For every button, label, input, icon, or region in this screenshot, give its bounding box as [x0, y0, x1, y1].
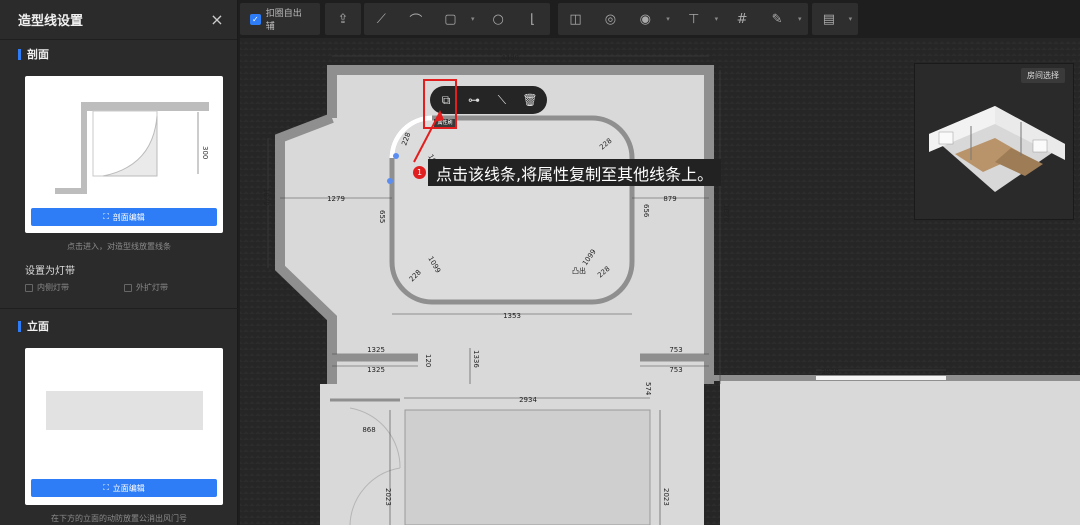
arc-handle[interactable] [393, 153, 399, 159]
room-3d-render [929, 106, 1065, 192]
light-strip-title: 设置为灯带 [25, 266, 75, 277]
profile-preview: 300 [55, 102, 209, 194]
outer-strip-label: 外扩灯带 [136, 283, 168, 292]
outer-strip-checkbox[interactable]: 外扩灯带 [124, 282, 168, 293]
dim-label: 4480 [501, 54, 519, 62]
view-toolbar: ◫ ◎ ◉ ▾ ⊤ ▾ # ✎ ▾ [558, 3, 808, 35]
elevation-card[interactable]: ⛶ 立面编辑 [25, 348, 223, 505]
dim-label: 868 [362, 426, 375, 434]
export-toolbar: ⇪ [325, 3, 361, 35]
dim-label: 753 [669, 346, 682, 354]
dim-label: 879 [663, 195, 676, 203]
convex-label: 凸出 [572, 266, 586, 275]
dim-label: 1279 [327, 195, 345, 203]
bed-area [404, 409, 651, 525]
elevation-edit-button[interactable]: ⛶ 立面编辑 [31, 479, 217, 497]
draw-toolbar: ⟋ ⌒ ▢ ▾ ○ ⌊ [364, 3, 550, 35]
checkbox-icon [25, 283, 33, 292]
dim-label: 2934 [519, 396, 537, 404]
trash-icon[interactable]: 🗑 [518, 89, 542, 111]
dim-label: 753 [669, 366, 682, 374]
frame-icon[interactable]: ◫ [564, 8, 586, 30]
line-tool-icon[interactable]: ⟍ [490, 89, 514, 111]
brush-icon[interactable]: ✎ [766, 8, 788, 30]
dim-label: 1325 [367, 366, 385, 374]
profile-hint: 点击进入，对造型线放置线条 [67, 242, 171, 251]
edit-icon: ⛶ [103, 212, 109, 221]
elevation-edit-label: 立面编辑 [112, 483, 145, 493]
circle-tool-icon[interactable]: ○ [487, 8, 509, 30]
elevation-preview [46, 391, 203, 430]
panel-header: 造型线设置 × [0, 0, 237, 40]
dimension-icon[interactable]: ⊤ [683, 8, 705, 30]
edit-icon: ⛶ [103, 483, 109, 492]
dim-label: 655 [378, 210, 386, 223]
instruction-tooltip: 点击该线条,将属性复制至其他线条上。 [428, 159, 722, 186]
profile-dim-label: 300 [201, 146, 209, 159]
split-line-icon[interactable]: ⊶ [462, 89, 486, 111]
snap-checkbox[interactable]: ✓ 扣圈自出辅 [240, 6, 320, 32]
grid-icon[interactable]: # [731, 8, 753, 30]
checkbox-icon [124, 283, 132, 292]
dim-label: 1870 [262, 188, 270, 206]
inner-strip-label: 内侧灯带 [37, 283, 69, 292]
section-title-profile: 剖面 [0, 42, 67, 66]
dim-label: 1325 [367, 346, 385, 354]
elevation-hint: 在下方的立面的动防放置公消出风门号 [51, 514, 187, 523]
chevron-down-icon[interactable]: ▾ [471, 15, 475, 23]
chevron-down-icon[interactable]: ▾ [715, 15, 719, 23]
chevron-down-icon[interactable]: ▾ [798, 15, 802, 23]
section-title-elevation: 立面 [0, 314, 67, 338]
panel-title: 造型线设置 [18, 14, 84, 29]
polyline-tool-icon[interactable]: ⌊ [522, 8, 544, 30]
target-icon[interactable]: ◎ [599, 8, 621, 30]
dim-label: 1353 [503, 312, 521, 320]
dim-label: 2023 [384, 488, 392, 506]
snap-toolbar: ✓ 扣圈自出辅 [240, 3, 320, 35]
map-toolbar: ▤ ▾ [812, 3, 858, 35]
close-icon[interactable]: × [209, 10, 225, 29]
room-3d-preview[interactable]: 房间选择 [914, 63, 1074, 220]
rectangle-tool-icon[interactable]: ▢ [439, 8, 461, 30]
dim-label: 2023 [662, 488, 670, 506]
dim-label: 2920 [821, 368, 839, 376]
map-icon[interactable]: ▤ [818, 8, 840, 30]
dim-label: 656 [642, 204, 650, 218]
dim-label: 1336 [472, 350, 480, 368]
profile-edit-button[interactable]: ⛶ 剖面编辑 [31, 208, 217, 226]
divider [0, 308, 238, 309]
chevron-down-icon[interactable]: ▾ [666, 15, 670, 23]
eye-icon[interactable]: ◉ [634, 8, 656, 30]
room-select-button[interactable]: 房间选择 [1021, 68, 1065, 83]
profile-edit-label: 剖面编辑 [112, 212, 145, 222]
inner-strip-checkbox[interactable]: 内侧灯带 [25, 282, 69, 293]
step-badge: 1 [413, 166, 426, 179]
chevron-down-icon[interactable]: ▾ [849, 15, 853, 23]
settings-panel: 造型线设置 × 剖面 300 ⛶ 剖面编辑 点击进入，对造型线放置线条 设置为灯… [0, 0, 238, 525]
profile-card[interactable]: 300 ⛶ 剖面编辑 [25, 76, 223, 233]
arc-handle[interactable] [387, 178, 393, 184]
dim-label: 574 [644, 382, 652, 396]
hall-floor [720, 378, 1080, 525]
check-icon: ✓ [250, 13, 261, 25]
line-tool-icon[interactable]: ⟋ [370, 8, 392, 30]
snap-label: 扣圈自出辅 [265, 9, 302, 32]
export-icon[interactable]: ⇪ [332, 8, 354, 30]
arc-tool-icon[interactable]: ⌒ [405, 8, 427, 30]
dim-label: 1870 [722, 204, 730, 222]
dim-label: 120 [424, 354, 432, 367]
